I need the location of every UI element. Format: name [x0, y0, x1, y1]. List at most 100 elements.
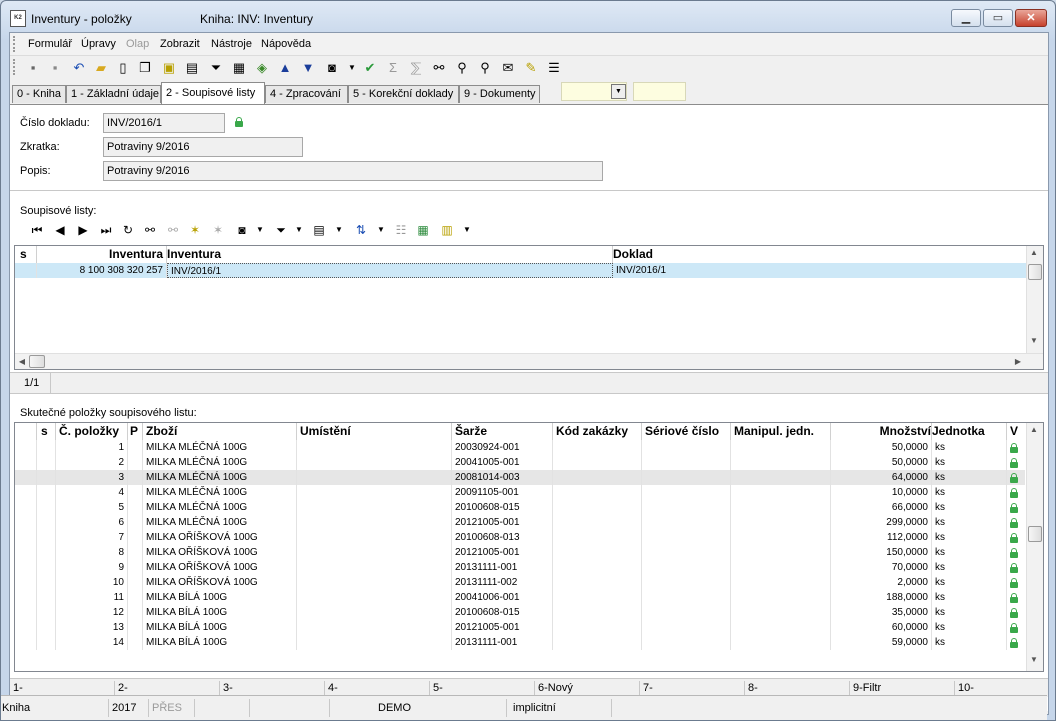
fkey-3[interactable]: 3-: [220, 681, 325, 696]
table-row[interactable]: 14 MILKA BÍLÁ 100G 20131111-001 59,0000 ks: [15, 635, 1028, 650]
table-row[interactable]: 12 MILKA BÍLÁ 100G 20100608-015 35,0000 ks: [15, 605, 1028, 620]
table-row[interactable]: 13 MILKA BÍLÁ 100G 20121005-001 60,0000 ks: [15, 620, 1028, 635]
scroll-down-icon[interactable]: ▼: [1027, 336, 1041, 345]
star-add-icon[interactable]: ✶: [188, 223, 202, 237]
tab-kniha[interactable]: 0 - Kniha: [12, 85, 66, 103]
title-bar[interactable]: K2 Inventury - položky Kniha: INV: Inven…: [1, 1, 1055, 33]
col-header-kod-zakazky[interactable]: Kód zakázky: [553, 423, 642, 440]
save-icon[interactable]: ▪: [25, 60, 41, 76]
scroll-left-icon[interactable]: ◀: [15, 357, 29, 366]
menu-formular[interactable]: Formulář: [28, 38, 72, 50]
undo-icon[interactable]: ↶: [71, 60, 87, 76]
binoculars-icon-grid[interactable]: ⚯: [143, 223, 157, 237]
columns-dropdown-icon[interactable]: ▼: [460, 223, 474, 237]
sort-icon[interactable]: ⇅: [354, 223, 368, 237]
maximize-button[interactable]: ▭: [983, 9, 1013, 27]
cislo-dokladu-field[interactable]: INV/2016/1: [103, 113, 225, 133]
menu-nastroje[interactable]: Nástroje: [211, 38, 252, 50]
col-header-jednotka[interactable]: Jednotka: [932, 423, 1007, 440]
next-record-icon[interactable]: ▶: [76, 223, 90, 237]
popis-field[interactable]: Potraviny 9/2016: [103, 161, 603, 181]
fkey-1[interactable]: 1-: [10, 681, 115, 696]
table-row[interactable]: 4 MILKA MLÉČNÁ 100G 20091105-001 10,0000 ks: [15, 485, 1028, 500]
tab-dokumenty[interactable]: 9 - Dokumenty: [459, 85, 540, 103]
fkey-8[interactable]: 8-: [745, 681, 850, 696]
table-row[interactable]: 6 MILKA MLÉČNÁ 100G 20121005-001 299,0000 ks: [15, 515, 1028, 530]
table-row[interactable]: 10 MILKA OŘÍŠKOVÁ 100G 20131111-002 2,0000 k…: [15, 575, 1028, 590]
table-row[interactable]: 11 MILKA BÍLÁ 100G 20041006-001 188,0000 ks: [15, 590, 1028, 605]
export-icon[interactable]: ▤: [312, 223, 326, 237]
polozky-vertical-scrollbar[interactable]: ▲ ▼: [1026, 423, 1043, 671]
sort-dropdown-icon[interactable]: ▼: [374, 223, 388, 237]
table-row[interactable]: 9 MILKA OŘÍŠKOVÁ 100G 20131111-001 70,0000 k…: [15, 560, 1028, 575]
check-icon[interactable]: ✔: [362, 60, 378, 76]
prev-record-icon[interactable]: ◀: [53, 223, 67, 237]
zkratka-field[interactable]: Potraviny 9/2016: [103, 137, 303, 157]
new-document-icon[interactable]: ▯: [115, 60, 131, 76]
col-header-inventura[interactable]: Inventura: [167, 246, 613, 263]
table-row[interactable]: 5 MILKA MLÉČNÁ 100G 20100608-015 66,0000 ks: [15, 500, 1028, 515]
table-row[interactable]: 3 MILKA MLÉČNÁ 100G 20081014-003 64,0000 ks: [15, 470, 1028, 485]
lock-document-icon[interactable]: ▣: [161, 60, 177, 76]
scroll-right-icon[interactable]: ▶: [1011, 357, 1025, 366]
copy-document-icon[interactable]: ❐: [137, 60, 153, 76]
col-header-zbozi[interactable]: Zboží: [143, 423, 297, 440]
binoculars-icon[interactable]: ⚯: [431, 60, 447, 76]
book-icon[interactable]: ▤: [184, 60, 200, 76]
col-header-s2[interactable]: s: [37, 423, 56, 440]
fkey-10[interactable]: 10-: [955, 681, 1048, 696]
close-button[interactable]: ✕: [1015, 9, 1047, 27]
col-header-mnozstvi[interactable]: Množství: [831, 423, 932, 440]
col-header-seriove-cislo[interactable]: Sériové číslo: [642, 423, 731, 440]
notes-icon[interactable]: ✎: [523, 60, 539, 76]
col-header-inventura-id[interactable]: Inventura: [37, 246, 167, 263]
camera-dropdown-grid-icon[interactable]: ▼: [253, 223, 267, 237]
horizontal-scrollbar[interactable]: ◀ ▶: [15, 353, 1043, 369]
menu-napoveda[interactable]: Nápověda: [261, 38, 311, 50]
search-field-icon[interactable]: ⚲: [454, 60, 470, 76]
menu-icon[interactable]: ☰: [546, 60, 562, 76]
camera-dropdown-icon[interactable]: ▼: [344, 60, 360, 76]
table-row[interactable]: 7 MILKA OŘÍŠKOVÁ 100G 20100608-013 112,0000…: [15, 530, 1028, 545]
scroll-thumb[interactable]: [1028, 264, 1042, 280]
col-header-doklad[interactable]: Doklad: [613, 246, 1028, 263]
menu-upravy[interactable]: Úpravy: [81, 38, 116, 50]
fkey-4[interactable]: 4-: [325, 681, 430, 696]
camera-icon[interactable]: ◙: [324, 60, 340, 76]
minimize-button[interactable]: ▁: [951, 9, 981, 27]
mail-icon[interactable]: ✉: [500, 60, 516, 76]
tab-zakladni-udaje[interactable]: 1 - Základní údaje: [66, 85, 161, 103]
open-folder-icon[interactable]: ▰: [93, 60, 109, 76]
filter-dropdown-icon[interactable]: ▼: [292, 223, 306, 237]
fkey-9-filtr[interactable]: 9-Filtr: [850, 681, 955, 696]
table-row[interactable]: 1 MILKA MLÉČNÁ 100G 20030924-001 50,0000 ks: [15, 440, 1028, 455]
filter-icon-grid[interactable]: ⏷: [274, 223, 288, 237]
app-icon[interactable]: K2: [10, 10, 26, 27]
arrow-down-icon[interactable]: ▼: [300, 60, 316, 76]
table-row[interactable]: 8 MILKA OŘÍŠKOVÁ 100G 20121005-001 150,0000…: [15, 545, 1028, 560]
vertical-scrollbar[interactable]: ▲ ▼: [1026, 246, 1043, 353]
excel-icon[interactable]: ▦: [416, 223, 430, 237]
camera-icon-grid[interactable]: ◙: [235, 223, 249, 237]
tab-soupisove-listy[interactable]: 2 - Soupisové listy: [161, 82, 265, 104]
polozky-scroll-up-icon[interactable]: ▲: [1027, 425, 1041, 434]
hscroll-thumb[interactable]: [29, 355, 45, 368]
refresh-icon[interactable]: ↻: [121, 223, 135, 237]
fkey-2[interactable]: 2-: [115, 681, 220, 696]
filter-icon[interactable]: ⏷: [208, 60, 224, 76]
tab-combo-field-2[interactable]: [633, 82, 686, 101]
col-header-p[interactable]: P: [128, 423, 143, 440]
col-header-c-polozky[interactable]: Č. položky: [56, 423, 128, 440]
col-header-v[interactable]: V: [1007, 423, 1028, 440]
fkey-5[interactable]: 5-: [430, 681, 535, 696]
columns-icon[interactable]: ▥: [440, 223, 454, 237]
fkey-7[interactable]: 7-: [640, 681, 745, 696]
polozky-scroll-thumb[interactable]: [1028, 526, 1042, 542]
table-row[interactable]: 2 MILKA MLÉČNÁ 100G 20041005-001 50,0000 ks: [15, 455, 1028, 470]
polozky-scroll-down-icon[interactable]: ▼: [1027, 655, 1041, 664]
col-header-manipul-jedn[interactable]: Manipul. jedn.: [731, 423, 831, 440]
combo-dropdown-icon[interactable]: ▼: [611, 84, 626, 99]
table-row[interactable]: 8 100 308 320 257 INV/2016/1 INV/2016/1: [15, 263, 1028, 278]
tab-zpracovani[interactable]: 4 - Zpracování: [265, 85, 348, 103]
first-record-icon[interactable]: ⏮: [30, 223, 44, 237]
